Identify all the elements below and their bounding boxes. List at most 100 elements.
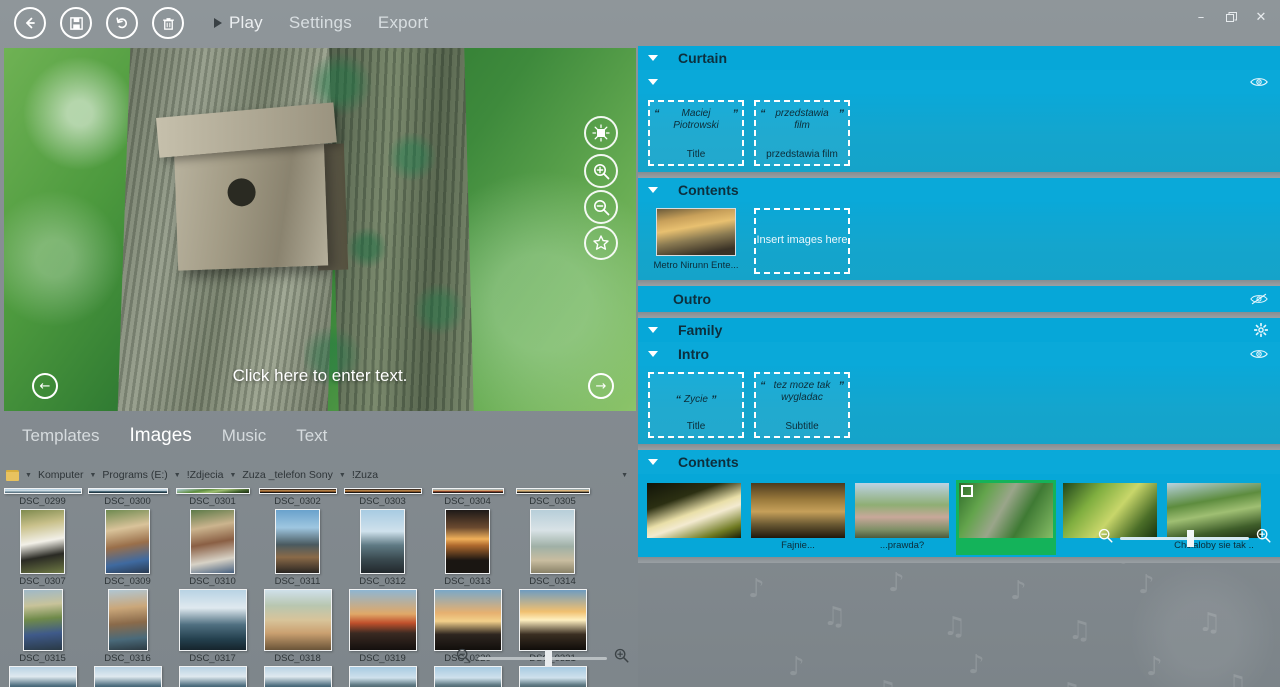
thumbnail-cell[interactable]: DSC_0313 — [425, 507, 510, 587]
chevron-down-icon[interactable] — [648, 459, 658, 465]
thumbnail-cell[interactable]: DSC_0310 — [170, 507, 255, 587]
thumbnail-image[interactable] — [263, 666, 332, 687]
thumbnail-cell[interactable]: DSC_0307 — [0, 507, 85, 587]
timeline-zoom-thumb[interactable] — [1187, 529, 1195, 547]
thumbnail-cell[interactable]: DSC_0314 — [510, 507, 595, 587]
thumbnail-cell[interactable] — [0, 664, 85, 687]
thumbnail-image[interactable] — [175, 488, 250, 494]
zoom-in-icon[interactable] — [613, 647, 630, 669]
timeline-strip[interactable]: Fajnie... ...prawda? Chcialoby sie tak .. — [638, 474, 1280, 557]
breadcrumb-item-zdjecia[interactable]: !Zdjecia — [187, 469, 224, 481]
chevron-down-icon[interactable] — [648, 187, 658, 193]
thumbnail-cell[interactable] — [85, 664, 170, 687]
thumbnail-image[interactable] — [530, 509, 575, 574]
eye-visible-icon[interactable] — [1250, 348, 1268, 360]
breadcrumb-overflow-icon[interactable]: ▼ — [621, 472, 636, 479]
timeline-zoom-track[interactable] — [1120, 529, 1249, 547]
chevron-down-icon[interactable]: ▼ — [174, 472, 181, 479]
zoom-out-icon[interactable] — [455, 647, 472, 669]
tab-music[interactable]: Music — [222, 426, 266, 446]
export-button[interactable]: Export — [378, 13, 428, 33]
thumbnail-image[interactable] — [515, 488, 590, 494]
family-header[interactable]: Family — [638, 318, 1280, 342]
thumbnail-image[interactable] — [22, 589, 63, 651]
thumbnail-cell[interactable]: DSC_0304 — [425, 486, 510, 507]
fit-frame-button[interactable] — [584, 116, 618, 150]
undo-button[interactable] — [106, 7, 138, 39]
thumbnail-cell[interactable] — [340, 664, 425, 687]
breadcrumb-item-programs[interactable]: Programs (E:) — [102, 469, 167, 481]
thumbnail-cell[interactable]: DSC_0305 — [510, 486, 595, 507]
selection-checkbox[interactable] — [961, 485, 973, 497]
curtain-insert-images-dropzone[interactable]: Insert images here — [754, 208, 850, 274]
thumbnail-cell[interactable]: DSC_0318 — [255, 587, 340, 664]
thumbnail-image[interactable] — [343, 488, 422, 494]
settings-button[interactable]: Settings — [289, 13, 352, 33]
thumbnail-image[interactable] — [348, 666, 417, 687]
preview-zoom-out-button[interactable] — [584, 190, 618, 224]
zoom-slider-thumb[interactable] — [545, 649, 553, 667]
timeline-item[interactable] — [644, 480, 744, 555]
thumbnail-image[interactable] — [93, 666, 162, 687]
thumbnail-cell[interactable] — [170, 664, 255, 687]
outro-header[interactable]: Outro — [638, 286, 1280, 312]
chevron-down-icon[interactable]: ▼ — [25, 472, 32, 479]
chevron-down-icon[interactable] — [648, 79, 658, 85]
family-title-card[interactable]: “ Zycie ” Title — [648, 372, 744, 438]
delete-button[interactable] — [152, 7, 184, 39]
timeline-zoom-slider[interactable] — [1097, 527, 1272, 549]
chevron-down-icon[interactable]: ▼ — [89, 472, 96, 479]
thumbnail-cell[interactable]: DSC_0301 — [170, 486, 255, 507]
tab-text[interactable]: Text — [296, 426, 327, 446]
eye-visible-icon[interactable] — [1250, 76, 1268, 88]
preview-canvas[interactable]: Click here to enter text. ← → — [4, 48, 636, 411]
thumbnail-cell[interactable]: DSC_0309 — [85, 507, 170, 587]
curtain-contents-header[interactable]: Contents — [638, 178, 1280, 202]
timeline-item[interactable]: Fajnie... — [748, 480, 848, 555]
thumbnail-image[interactable] — [263, 589, 332, 651]
save-button[interactable] — [60, 7, 92, 39]
curtain-subtitle-card[interactable]: “ przedstawia film ” przedstawia film — [754, 100, 850, 166]
preview-zoom-in-button[interactable] — [584, 154, 618, 188]
eye-hidden-icon[interactable] — [1250, 293, 1268, 306]
preview-prev-button[interactable]: ← — [32, 373, 58, 399]
breadcrumb-item-zuza[interactable]: !Zuza — [352, 469, 378, 481]
thumbnail-image[interactable] — [178, 589, 247, 651]
close-button[interactable]: ✕ — [1246, 4, 1276, 30]
preview-text-placeholder[interactable]: Click here to enter text. — [4, 366, 636, 386]
chevron-down-icon[interactable] — [648, 327, 658, 333]
thumbnail-cell[interactable]: DSC_0316 — [85, 587, 170, 664]
gear-icon[interactable] — [1254, 323, 1268, 337]
thumbnail-cell[interactable]: DSC_0300 — [85, 486, 170, 507]
curtain-subheader[interactable] — [638, 70, 1280, 94]
restore-button[interactable] — [1216, 4, 1246, 30]
thumbnail-image[interactable] — [87, 488, 168, 494]
thumbnail-image[interactable] — [275, 509, 320, 574]
curtain-header[interactable]: Curtain — [638, 46, 1280, 70]
chevron-down-icon[interactable]: ▼ — [339, 472, 346, 479]
curtain-title-card[interactable]: “ Maciej Piotrowski ” Title — [648, 100, 744, 166]
tab-templates[interactable]: Templates — [22, 426, 99, 446]
curtain-content-image[interactable]: Metro Nirunn Ente... — [648, 208, 744, 271]
chevron-down-icon[interactable] — [648, 351, 658, 357]
timeline-item-selected[interactable] — [956, 480, 1056, 555]
thumbnail-image[interactable] — [431, 488, 504, 494]
thumbnail-image[interactable] — [258, 488, 337, 494]
preview-effects-button[interactable] — [584, 226, 618, 260]
minimize-button[interactable]: – — [1186, 4, 1216, 30]
thumbnail-image[interactable] — [20, 509, 65, 574]
thumbnail-image[interactable] — [445, 509, 490, 574]
thumbnail-cell[interactable]: DSC_0303 — [340, 486, 425, 507]
chevron-down-icon[interactable]: ▼ — [229, 472, 236, 479]
timeline-item[interactable]: ...prawda? — [852, 480, 952, 555]
thumbnail-image[interactable] — [105, 509, 150, 574]
tab-images[interactable]: Images — [129, 425, 191, 447]
preview-next-button[interactable]: → — [588, 373, 614, 399]
thumbnail-cell[interactable]: DSC_0315 — [0, 587, 85, 664]
family-intro-header[interactable]: Intro — [638, 342, 1280, 366]
thumbnail-cell[interactable]: DSC_0312 — [340, 507, 425, 587]
back-button[interactable] — [14, 7, 46, 39]
library-zoom-slider[interactable] — [455, 645, 630, 671]
thumbnail-cell[interactable]: DSC_0319 — [340, 587, 425, 664]
thumbnail-cell[interactable]: DSC_0302 — [255, 486, 340, 507]
